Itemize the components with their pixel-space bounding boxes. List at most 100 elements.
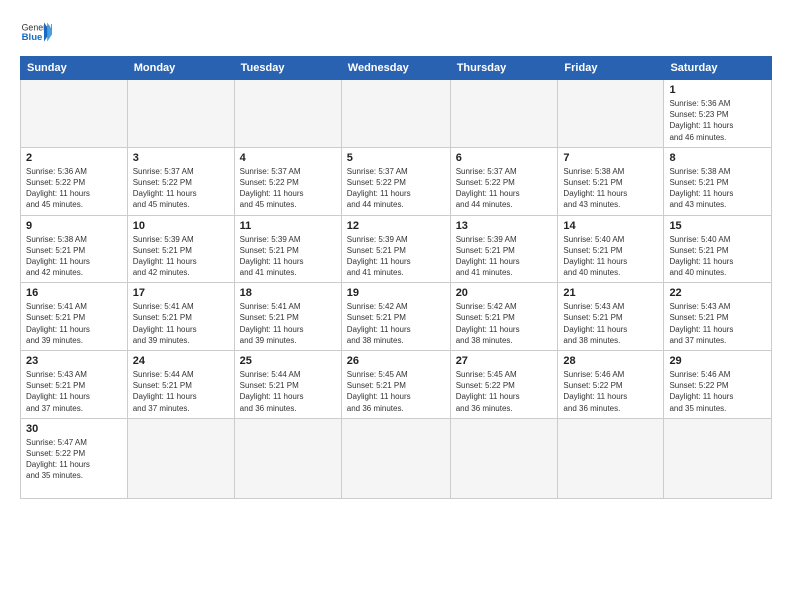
calendar-cell: 3Sunrise: 5:37 AM Sunset: 5:22 PM Daylig… [127, 147, 234, 215]
day-number: 15 [669, 220, 766, 232]
calendar-cell: 13Sunrise: 5:39 AM Sunset: 5:21 PM Dayli… [450, 215, 558, 283]
page: General Blue SundayMondayTuesdayWednesda… [0, 0, 792, 612]
calendar-cell: 26 Sunrise: 5:45 AM Sunset: 5:21 PM Dayli… [341, 351, 450, 419]
day-info: Sunrise: 5:39 AM Sunset: 5:21 PM Dayligh… [133, 234, 229, 279]
calendar-cell: 21 Sunrise: 5:43 AM Sunset: 5:21 PM Dayli… [558, 283, 664, 351]
svg-text:Blue: Blue [22, 32, 43, 43]
day-number: 20 [456, 287, 553, 299]
calendar-cell [127, 80, 234, 148]
day-info: Sunrise: 5:46 AM Sunset: 5:22 PM Dayligh… [669, 369, 766, 414]
calendar-cell: 28Sunrise: 5:46 AM Sunset: 5:22 PM Dayli… [558, 351, 664, 419]
calendar-body: 1 Sunrise: 5:36 AM Sunset: 5:23 PM Daylig… [21, 80, 772, 499]
day-number: 17 [133, 287, 229, 299]
calendar-cell [234, 418, 341, 498]
day-info: Sunrise: 5:40 AM Sunset: 5:21 PM Dayligh… [563, 234, 658, 279]
calendar-cell: 12 Sunrise: 5:39 AM Sunset: 5:21 PM Dayli… [341, 215, 450, 283]
day-info: Sunrise: 5:36 AM Sunset: 5:22 PM Dayligh… [26, 166, 122, 211]
calendar-cell: 6Sunrise: 5:37 AM Sunset: 5:22 PM Daylig… [450, 147, 558, 215]
day-info: Sunrise: 5:41 AM Sunset: 5:21 PM Dayligh… [133, 301, 229, 346]
day-info: Sunrise: 5:45 AM Sunset: 5:21 PM Dayligh… [347, 369, 445, 414]
calendar-cell [341, 80, 450, 148]
day-info: Sunrise: 5:39 AM Sunset: 5:21 PM Dayligh… [347, 234, 445, 279]
day-info: Sunrise: 5:42 AM Sunset: 5:21 PM Dayligh… [456, 301, 553, 346]
calendar-week-row: 30 Sunrise: 5:47 AM Sunset: 5:22 PM Dayli… [21, 418, 772, 498]
day-number: 7 [563, 152, 658, 164]
day-info: Sunrise: 5:36 AM Sunset: 5:23 PM Dayligh… [669, 98, 766, 143]
day-info: Sunrise: 5:37 AM Sunset: 5:22 PM Dayligh… [133, 166, 229, 211]
day-info: Sunrise: 5:41 AM Sunset: 5:21 PM Dayligh… [26, 301, 122, 346]
day-info: Sunrise: 5:47 AM Sunset: 5:22 PM Dayligh… [26, 437, 122, 482]
calendar-cell: 20 Sunrise: 5:42 AM Sunset: 5:21 PM Dayli… [450, 283, 558, 351]
day-number: 24 [133, 355, 229, 367]
day-info: Sunrise: 5:37 AM Sunset: 5:22 PM Dayligh… [240, 166, 336, 211]
day-number: 22 [669, 287, 766, 299]
calendar-cell: 1 Sunrise: 5:36 AM Sunset: 5:23 PM Daylig… [664, 80, 772, 148]
day-number: 29 [669, 355, 766, 367]
day-number: 27 [456, 355, 553, 367]
logo: General Blue [20, 16, 52, 48]
calendar-cell: 7 Sunrise: 5:38 AM Sunset: 5:21 PM Daylig… [558, 147, 664, 215]
weekday-header-thursday: Thursday [450, 57, 558, 80]
calendar-cell: 5 Sunrise: 5:37 AM Sunset: 5:22 PM Daylig… [341, 147, 450, 215]
calendar-cell [341, 418, 450, 498]
day-info: Sunrise: 5:44 AM Sunset: 5:21 PM Dayligh… [133, 369, 229, 414]
calendar-cell: 27 Sunrise: 5:45 AM Sunset: 5:22 PM Dayli… [450, 351, 558, 419]
day-info: Sunrise: 5:38 AM Sunset: 5:21 PM Dayligh… [26, 234, 122, 279]
day-number: 4 [240, 152, 336, 164]
day-info: Sunrise: 5:42 AM Sunset: 5:21 PM Dayligh… [347, 301, 445, 346]
calendar-week-row: 2 Sunrise: 5:36 AM Sunset: 5:22 PM Daylig… [21, 147, 772, 215]
calendar-cell: 23 Sunrise: 5:43 AM Sunset: 5:21 PM Dayli… [21, 351, 128, 419]
calendar-cell: 30 Sunrise: 5:47 AM Sunset: 5:22 PM Dayli… [21, 418, 128, 498]
calendar-cell: 19 Sunrise: 5:42 AM Sunset: 5:21 PM Dayli… [341, 283, 450, 351]
calendar-cell: 4 Sunrise: 5:37 AM Sunset: 5:22 PM Daylig… [234, 147, 341, 215]
calendar-cell: 22Sunrise: 5:43 AM Sunset: 5:21 PM Dayli… [664, 283, 772, 351]
header: General Blue [20, 16, 772, 48]
day-number: 12 [347, 220, 445, 232]
day-info: Sunrise: 5:38 AM Sunset: 5:21 PM Dayligh… [563, 166, 658, 211]
day-number: 21 [563, 287, 658, 299]
day-number: 9 [26, 220, 122, 232]
day-number: 30 [26, 423, 122, 435]
calendar-cell [127, 418, 234, 498]
day-number: 14 [563, 220, 658, 232]
day-info: Sunrise: 5:43 AM Sunset: 5:21 PM Dayligh… [563, 301, 658, 346]
calendar-week-row: 16Sunrise: 5:41 AM Sunset: 5:21 PM Dayli… [21, 283, 772, 351]
calendar-cell: 2 Sunrise: 5:36 AM Sunset: 5:22 PM Daylig… [21, 147, 128, 215]
day-number: 28 [563, 355, 658, 367]
day-info: Sunrise: 5:37 AM Sunset: 5:22 PM Dayligh… [347, 166, 445, 211]
calendar-cell: 10 Sunrise: 5:39 AM Sunset: 5:21 PM Dayli… [127, 215, 234, 283]
calendar-cell: 16Sunrise: 5:41 AM Sunset: 5:21 PM Dayli… [21, 283, 128, 351]
calendar-week-row: 23 Sunrise: 5:43 AM Sunset: 5:21 PM Dayli… [21, 351, 772, 419]
day-info: Sunrise: 5:44 AM Sunset: 5:21 PM Dayligh… [240, 369, 336, 414]
calendar-cell: 8Sunrise: 5:38 AM Sunset: 5:21 PM Daylig… [664, 147, 772, 215]
day-number: 5 [347, 152, 445, 164]
day-number: 13 [456, 220, 553, 232]
weekday-header-row: SundayMondayTuesdayWednesdayThursdayFrid… [21, 57, 772, 80]
weekday-header-wednesday: Wednesday [341, 57, 450, 80]
calendar-cell: 17 Sunrise: 5:41 AM Sunset: 5:21 PM Dayli… [127, 283, 234, 351]
calendar-cell [450, 80, 558, 148]
day-number: 23 [26, 355, 122, 367]
calendar-cell: 11Sunrise: 5:39 AM Sunset: 5:21 PM Dayli… [234, 215, 341, 283]
day-number: 10 [133, 220, 229, 232]
calendar-cell [664, 418, 772, 498]
weekday-header-tuesday: Tuesday [234, 57, 341, 80]
calendar-cell: 24 Sunrise: 5:44 AM Sunset: 5:21 PM Dayli… [127, 351, 234, 419]
day-number: 18 [240, 287, 336, 299]
day-info: Sunrise: 5:41 AM Sunset: 5:21 PM Dayligh… [240, 301, 336, 346]
day-info: Sunrise: 5:45 AM Sunset: 5:22 PM Dayligh… [456, 369, 553, 414]
day-number: 26 [347, 355, 445, 367]
calendar-cell [450, 418, 558, 498]
weekday-header-friday: Friday [558, 57, 664, 80]
calendar-week-row: 1 Sunrise: 5:36 AM Sunset: 5:23 PM Daylig… [21, 80, 772, 148]
day-info: Sunrise: 5:43 AM Sunset: 5:21 PM Dayligh… [26, 369, 122, 414]
day-number: 19 [347, 287, 445, 299]
calendar-cell: 29 Sunrise: 5:46 AM Sunset: 5:22 PM Dayli… [664, 351, 772, 419]
calendar-header: SundayMondayTuesdayWednesdayThursdayFrid… [21, 57, 772, 80]
weekday-header-sunday: Sunday [21, 57, 128, 80]
day-number: 1 [669, 84, 766, 96]
day-number: 2 [26, 152, 122, 164]
calendar-cell: 9 Sunrise: 5:38 AM Sunset: 5:21 PM Daylig… [21, 215, 128, 283]
calendar-cell: 14 Sunrise: 5:40 AM Sunset: 5:21 PM Dayli… [558, 215, 664, 283]
generalblue-logo-icon: General Blue [20, 16, 52, 48]
